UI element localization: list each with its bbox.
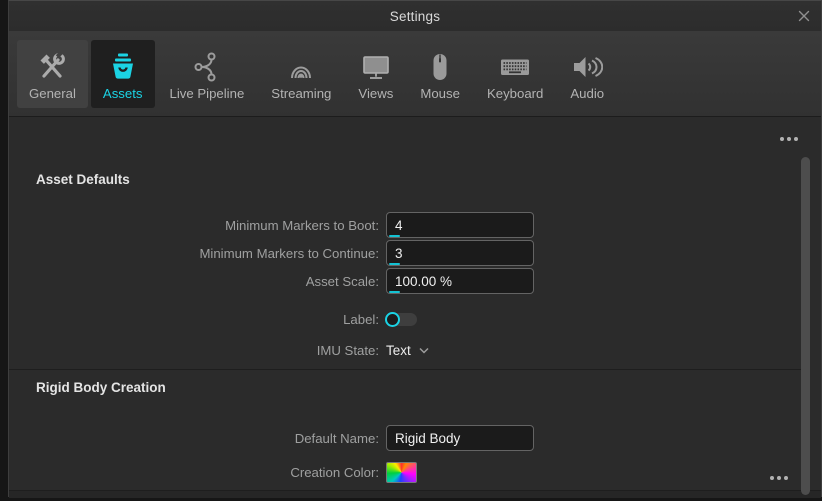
drag-adjust-tick-icon xyxy=(389,263,400,265)
section-title-rigid-body-creation: Rigid Body Creation xyxy=(36,380,166,395)
tab-streaming-label: Streaming xyxy=(271,86,331,102)
row-label-toggle: Label: xyxy=(9,309,791,329)
speaker-icon xyxy=(571,48,603,86)
tab-general-label: General xyxy=(29,86,76,102)
row-imu-state: IMU State: Text xyxy=(9,340,791,360)
dot-icon xyxy=(784,476,788,480)
monitor-icon xyxy=(360,48,392,86)
asset-scale-field xyxy=(386,268,534,294)
tab-mouse[interactable]: Mouse xyxy=(408,40,472,108)
asset-scale-input[interactable] xyxy=(386,268,534,294)
tab-views-label: Views xyxy=(358,86,393,102)
dialog-bottom-strip xyxy=(9,490,821,498)
row-asset-scale: Asset Scale: xyxy=(9,268,791,294)
tab-assets[interactable]: Assets xyxy=(91,40,155,108)
tab-streaming[interactable]: Streaming xyxy=(259,40,343,108)
antenna-coil-icon xyxy=(285,48,317,86)
section-overflow-menu-button[interactable] xyxy=(778,134,799,144)
tab-mouse-label: Mouse xyxy=(420,86,460,102)
field-label: IMU State: xyxy=(9,343,379,358)
field-label: Asset Scale: xyxy=(9,274,379,289)
tab-assets-label: Assets xyxy=(103,86,143,102)
min-markers-boot-field xyxy=(386,212,534,238)
min-markers-boot-input[interactable] xyxy=(386,212,534,238)
tab-audio[interactable]: Audio xyxy=(558,40,616,108)
imu-state-dropdown[interactable]: Text xyxy=(386,343,429,358)
tab-keyboard[interactable]: Keyboard xyxy=(475,40,555,108)
field-label: Label: xyxy=(9,312,379,327)
dot-icon xyxy=(777,476,781,480)
min-markers-continue-input[interactable] xyxy=(386,240,534,266)
dot-icon xyxy=(780,137,784,141)
settings-tab-bar: General Assets xyxy=(9,31,821,116)
row-min-markers-boot: Minimum Markers to Boot: xyxy=(9,212,791,238)
mouse-icon xyxy=(424,48,456,86)
min-markers-continue-field xyxy=(386,240,534,266)
keyboard-icon xyxy=(498,48,532,86)
settings-content: Asset Defaults Minimum Markers to Boot: … xyxy=(9,116,821,490)
tab-audio-label: Audio xyxy=(570,86,604,102)
default-name-field xyxy=(386,425,534,451)
creation-color-swatch[interactable] xyxy=(386,462,417,483)
tab-keyboard-label: Keyboard xyxy=(487,86,543,102)
node-branch-icon xyxy=(191,48,223,86)
field-label: Creation Color: xyxy=(9,465,379,480)
default-name-input[interactable] xyxy=(386,425,534,451)
tools-icon xyxy=(36,48,68,86)
section-divider xyxy=(9,369,803,370)
field-label: Default Name: xyxy=(9,431,379,446)
row-creation-color: Creation Color: xyxy=(9,462,791,483)
close-icon xyxy=(798,10,810,22)
label-toggle[interactable] xyxy=(386,313,417,326)
row-default-name: Default Name: xyxy=(9,425,791,451)
dot-icon xyxy=(787,137,791,141)
field-label: Minimum Markers to Continue: xyxy=(9,246,379,261)
creation-color-overflow-button[interactable] xyxy=(768,473,789,483)
dot-icon xyxy=(770,476,774,480)
drag-adjust-tick-icon xyxy=(389,291,400,293)
tab-live-pipeline-label: Live Pipeline xyxy=(170,86,245,102)
title-bar: Settings xyxy=(9,1,821,31)
settings-dialog: Settings General xyxy=(8,0,822,497)
toggle-knob xyxy=(385,312,400,327)
imu-state-value: Text xyxy=(386,343,411,358)
vertical-scrollbar-thumb[interactable] xyxy=(801,157,810,495)
dot-icon xyxy=(794,137,798,141)
section-title-asset-defaults: Asset Defaults xyxy=(36,172,130,187)
asset-bucket-icon xyxy=(107,48,139,86)
close-button[interactable] xyxy=(791,3,817,29)
chevron-down-icon xyxy=(419,347,429,354)
row-min-markers-continue: Minimum Markers to Continue: xyxy=(9,240,791,266)
tab-live-pipeline[interactable]: Live Pipeline xyxy=(158,40,257,108)
tab-general[interactable]: General xyxy=(17,40,88,108)
dialog-title: Settings xyxy=(390,9,440,24)
field-label: Minimum Markers to Boot: xyxy=(9,218,379,233)
drag-adjust-tick-icon xyxy=(389,235,400,237)
tab-views[interactable]: Views xyxy=(346,40,405,108)
